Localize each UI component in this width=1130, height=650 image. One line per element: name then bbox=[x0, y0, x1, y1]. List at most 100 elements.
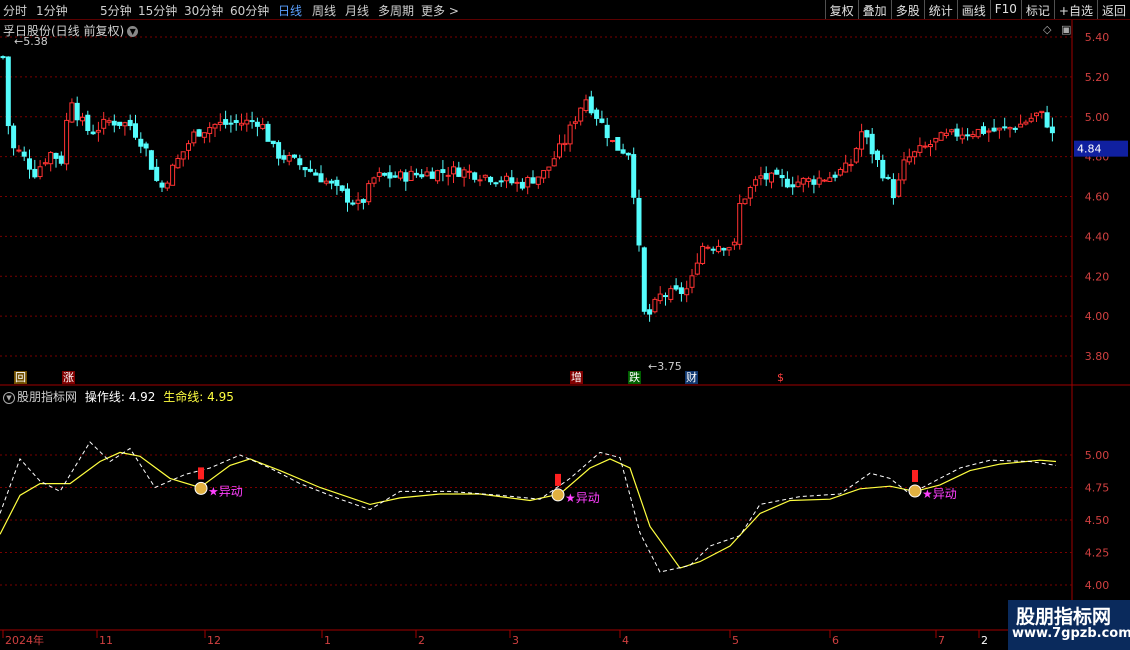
candle-body bbox=[588, 96, 594, 114]
candle-body bbox=[1039, 110, 1045, 114]
marker-dollar[interactable]: $ bbox=[776, 371, 785, 384]
candle-body bbox=[217, 121, 223, 125]
price-tick-label: 3.80 bbox=[1085, 350, 1110, 363]
candle-body bbox=[466, 170, 472, 173]
tab-fenshi[interactable]: 分时 bbox=[3, 2, 27, 19]
tab-daily[interactable]: 日线 bbox=[278, 2, 302, 19]
candle-body bbox=[583, 99, 589, 112]
candle-body bbox=[965, 134, 971, 137]
candle-body bbox=[880, 159, 886, 179]
stock-title[interactable]: 孚日股份(日线 前复权) ▼ bbox=[3, 22, 139, 39]
indicator-title[interactable]: ▼ 股朋指标网 操作线: 4.92 生命线: 4.95 bbox=[3, 388, 234, 405]
marker-zhang[interactable]: 涨 bbox=[62, 371, 75, 384]
candle-body bbox=[509, 177, 515, 184]
tool-buttons: 复权 叠加 多股 统计 画线 F10 标记 +自选 返回 bbox=[824, 0, 1130, 19]
candle-body bbox=[922, 145, 928, 148]
indicator-tick-label: 4.00 bbox=[1085, 579, 1110, 592]
low-price-label: ←3.75 bbox=[648, 360, 682, 373]
candle-body bbox=[281, 155, 287, 160]
add-watchlist-button[interactable]: +自选 bbox=[1053, 0, 1097, 19]
tab-5min[interactable]: 5分钟 bbox=[100, 2, 132, 19]
candle-body bbox=[212, 123, 218, 129]
candle-body bbox=[403, 172, 409, 182]
candle-body bbox=[360, 199, 366, 203]
candle-body bbox=[244, 119, 250, 125]
candle-body bbox=[270, 140, 276, 145]
candle-body bbox=[461, 169, 467, 178]
candle-body bbox=[519, 181, 525, 189]
candle-body bbox=[80, 116, 85, 122]
candle-body bbox=[1049, 126, 1055, 134]
marker-hui[interactable]: 回 bbox=[14, 371, 27, 384]
candle-body bbox=[678, 287, 684, 294]
candle-body bbox=[758, 175, 764, 179]
marker-zeng[interactable]: 增 bbox=[570, 371, 583, 384]
signal-arrow bbox=[912, 470, 918, 482]
time-tick-label: 5 bbox=[732, 634, 739, 647]
stats-button[interactable]: 统计 bbox=[923, 0, 957, 19]
candle-body bbox=[371, 177, 377, 184]
candle-body bbox=[784, 178, 790, 188]
candle-body bbox=[912, 151, 918, 158]
overlay-button[interactable]: 叠加 bbox=[857, 0, 891, 19]
candle-body bbox=[175, 157, 181, 169]
tab-30min[interactable]: 30分钟 bbox=[184, 2, 223, 19]
indicator-toggle-icon[interactable]: ▼ bbox=[3, 391, 15, 404]
kline-chart[interactable]: 5.405.205.004.804.604.404.204.003.804.84… bbox=[0, 20, 1130, 650]
time-tick-label: 2024年 bbox=[5, 633, 44, 647]
tab-1min[interactable]: 1分钟 bbox=[36, 2, 68, 19]
f10-button[interactable]: F10 bbox=[989, 0, 1021, 19]
time-tick-label: 4 bbox=[622, 634, 629, 647]
candle-body bbox=[811, 179, 817, 185]
tab-weekly[interactable]: 周线 bbox=[312, 2, 336, 19]
candle-body bbox=[323, 180, 329, 184]
candle-body bbox=[795, 181, 801, 188]
candle-body bbox=[673, 285, 679, 290]
tab-monthly[interactable]: 月线 bbox=[345, 2, 369, 19]
candle-body bbox=[117, 121, 123, 126]
candle-body bbox=[567, 124, 573, 145]
tab-60min[interactable]: 60分钟 bbox=[230, 2, 269, 19]
toolbar: 分时 1分钟 5分钟 15分钟 30分钟 60分钟 日线 周线 月线 多周期 更… bbox=[0, 0, 1130, 20]
candle-body bbox=[822, 179, 827, 182]
tab-more[interactable]: 更多 > bbox=[421, 2, 459, 19]
candle-body bbox=[869, 133, 875, 155]
candle-body bbox=[440, 169, 446, 174]
line1-label: 操作线: bbox=[84, 390, 125, 404]
candle-body bbox=[853, 148, 859, 163]
candle-body bbox=[419, 174, 425, 178]
time-tick-label: 7 bbox=[938, 634, 945, 647]
window-icon[interactable]: ▣ bbox=[1061, 23, 1071, 36]
candle-body bbox=[413, 172, 419, 176]
candle-body bbox=[186, 143, 191, 151]
candle-body bbox=[504, 175, 509, 182]
candle-body bbox=[429, 171, 435, 179]
line2-label: 生命线: bbox=[163, 390, 204, 404]
candle-body bbox=[64, 119, 70, 165]
candle-body bbox=[1023, 121, 1029, 125]
candle-body bbox=[1028, 117, 1034, 122]
candle-body bbox=[355, 199, 361, 204]
candle-body bbox=[806, 178, 812, 182]
marker-die[interactable]: 跌 bbox=[628, 371, 641, 384]
candle-body bbox=[705, 246, 711, 249]
draw-line-button[interactable]: 画线 bbox=[956, 0, 990, 19]
tab-15min[interactable]: 15分钟 bbox=[138, 2, 177, 19]
diamond-icon[interactable]: ◇ bbox=[1043, 23, 1051, 36]
candle-body bbox=[122, 122, 128, 127]
back-button[interactable]: 返回 bbox=[1096, 0, 1130, 19]
candle-body bbox=[875, 150, 880, 160]
fuquan-button[interactable]: 复权 bbox=[824, 0, 858, 19]
tab-multi-period[interactable]: 多周期 bbox=[378, 2, 414, 19]
candle-body bbox=[726, 247, 732, 251]
multi-stock-button[interactable]: 多股 bbox=[890, 0, 924, 19]
candle-body bbox=[625, 152, 631, 156]
candle-body bbox=[917, 145, 923, 153]
candle-body bbox=[254, 121, 260, 127]
marker-cai[interactable]: 财 bbox=[685, 371, 698, 384]
chevron-down-icon[interactable]: ▼ bbox=[127, 26, 139, 37]
candle-body bbox=[700, 245, 706, 264]
candle-body bbox=[747, 186, 753, 199]
candle-body bbox=[594, 109, 600, 119]
mark-button[interactable]: 标记 bbox=[1020, 0, 1054, 19]
